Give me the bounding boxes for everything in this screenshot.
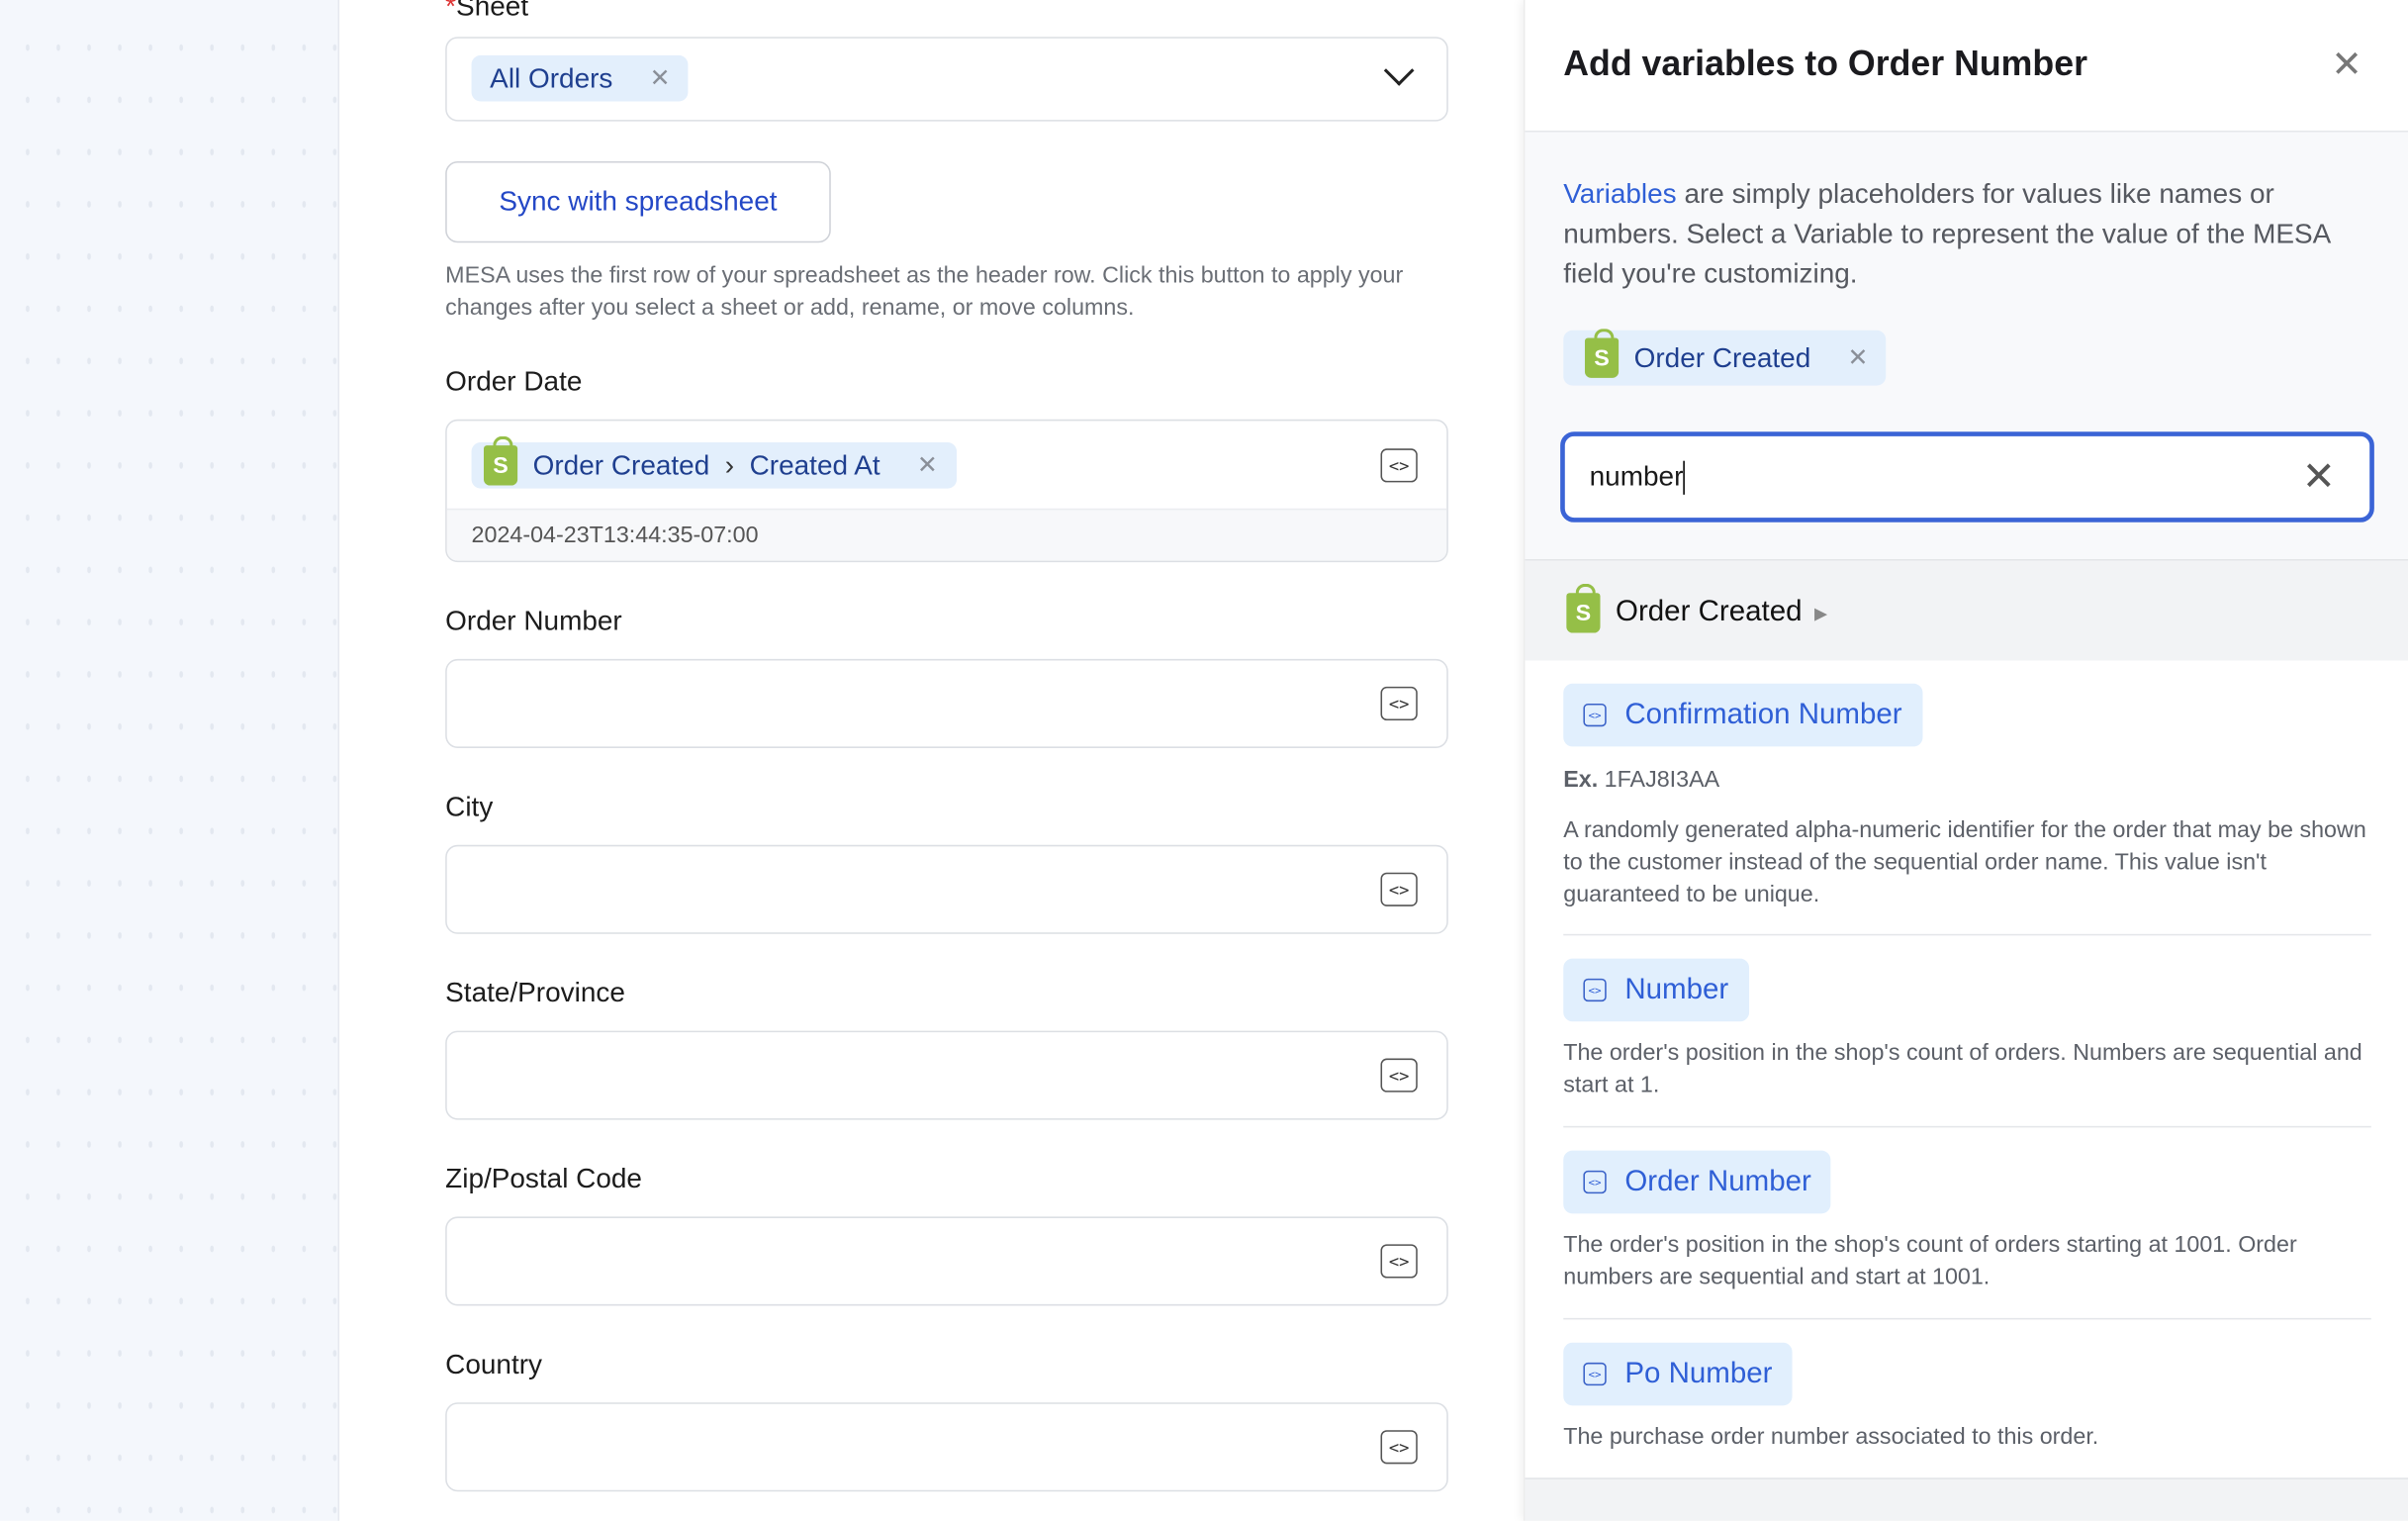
panel-title: Add variables to Order Number	[1563, 43, 2087, 83]
variable-item[interactable]: <> Confirmation Number Ex. 1FAJ8I3AA A ra…	[1563, 683, 2371, 911]
country-field[interactable]: <>	[445, 1402, 1448, 1492]
variable-item[interactable]: <> Po Number The purchase order number as…	[1563, 1342, 2371, 1454]
shopify-icon: S	[1566, 583, 1601, 633]
insert-variable-icon[interactable]: <>	[1380, 1244, 1418, 1279]
order-date-field[interactable]: S Order Created › Created At ✕ <> 2024-04-23…	[445, 419, 1448, 563]
close-icon[interactable]: ✕	[2331, 43, 2362, 87]
remove-sheet-icon[interactable]: ✕	[650, 63, 671, 94]
clear-search-icon[interactable]: ✕	[2302, 453, 2336, 501]
remove-variable-icon[interactable]: ✕	[917, 450, 938, 481]
section-header[interactable]: S Order Created ▶	[1566, 583, 1828, 633]
variable-chip[interactable]: <> Confirmation Number	[1563, 683, 1922, 747]
variable-icon: <>	[1583, 978, 1607, 1002]
sheet-select[interactable]: All Orders ✕	[445, 37, 1448, 122]
country-label: Country	[445, 1348, 543, 1379]
variable-icon: <>	[1583, 1362, 1607, 1386]
sync-help-text: MESA uses the first row of your spreadsh…	[445, 262, 1404, 322]
variable-chip[interactable]: <> Po Number	[1563, 1342, 1793, 1406]
variable-item[interactable]: <> Order Number The order's position in t…	[1563, 1150, 2371, 1293]
city-field[interactable]: <>	[445, 844, 1448, 934]
insert-variable-icon[interactable]: <>	[1380, 872, 1418, 906]
caret-right-icon: ▶	[1813, 604, 1828, 623]
variable-item[interactable]: <> Number The order's position in the sho…	[1563, 958, 2371, 1101]
variable-chip[interactable]: <> Order Number	[1563, 1150, 1831, 1214]
state-field[interactable]: <>	[445, 1030, 1448, 1120]
variable-icon: <>	[1583, 1170, 1607, 1194]
order-date-label: Order Date	[445, 365, 583, 397]
order-date-variable-chip: S Order Created › Created At ✕	[471, 435, 957, 489]
remove-filter-icon[interactable]: ✕	[1848, 342, 1869, 373]
variable-icon: <>	[1583, 703, 1607, 727]
order-date-preview: 2024-04-23T13:44:35-07:00	[446, 508, 1447, 561]
zip-field[interactable]: <>	[445, 1216, 1448, 1306]
variables-link[interactable]: Variables	[1563, 178, 1676, 209]
filter-chip: S Order Created ✕	[1563, 329, 1887, 386]
insert-variable-icon[interactable]: <>	[1380, 448, 1418, 483]
order-number-label: Order Number	[445, 605, 622, 636]
variable-search-input[interactable]: number	[1560, 431, 2374, 523]
sheet-chip: All Orders ✕	[471, 54, 690, 102]
insert-variable-icon[interactable]: <>	[1380, 1058, 1418, 1093]
chevron-down-icon[interactable]	[1383, 55, 1415, 86]
city-label: City	[445, 791, 494, 822]
variable-chip[interactable]: <> Number	[1563, 958, 1749, 1022]
state-label: State/Province	[445, 977, 625, 1008]
sheet-label: *Sheet	[445, 0, 529, 22]
insert-variable-icon[interactable]: <>	[1380, 1430, 1418, 1465]
insert-variable-icon[interactable]: <>	[1380, 686, 1418, 721]
zip-label: Zip/Postal Code	[445, 1163, 642, 1194]
sidebar-background	[0, 0, 340, 1521]
shopify-icon: S	[1584, 329, 1620, 378]
shopify-icon: S	[483, 435, 518, 486]
panel-intro: Variables are simply placeholders for va…	[1563, 178, 2330, 289]
order-number-field[interactable]: <>	[445, 658, 1448, 748]
sync-spreadsheet-button[interactable]: Sync with spreadsheet	[445, 160, 831, 243]
